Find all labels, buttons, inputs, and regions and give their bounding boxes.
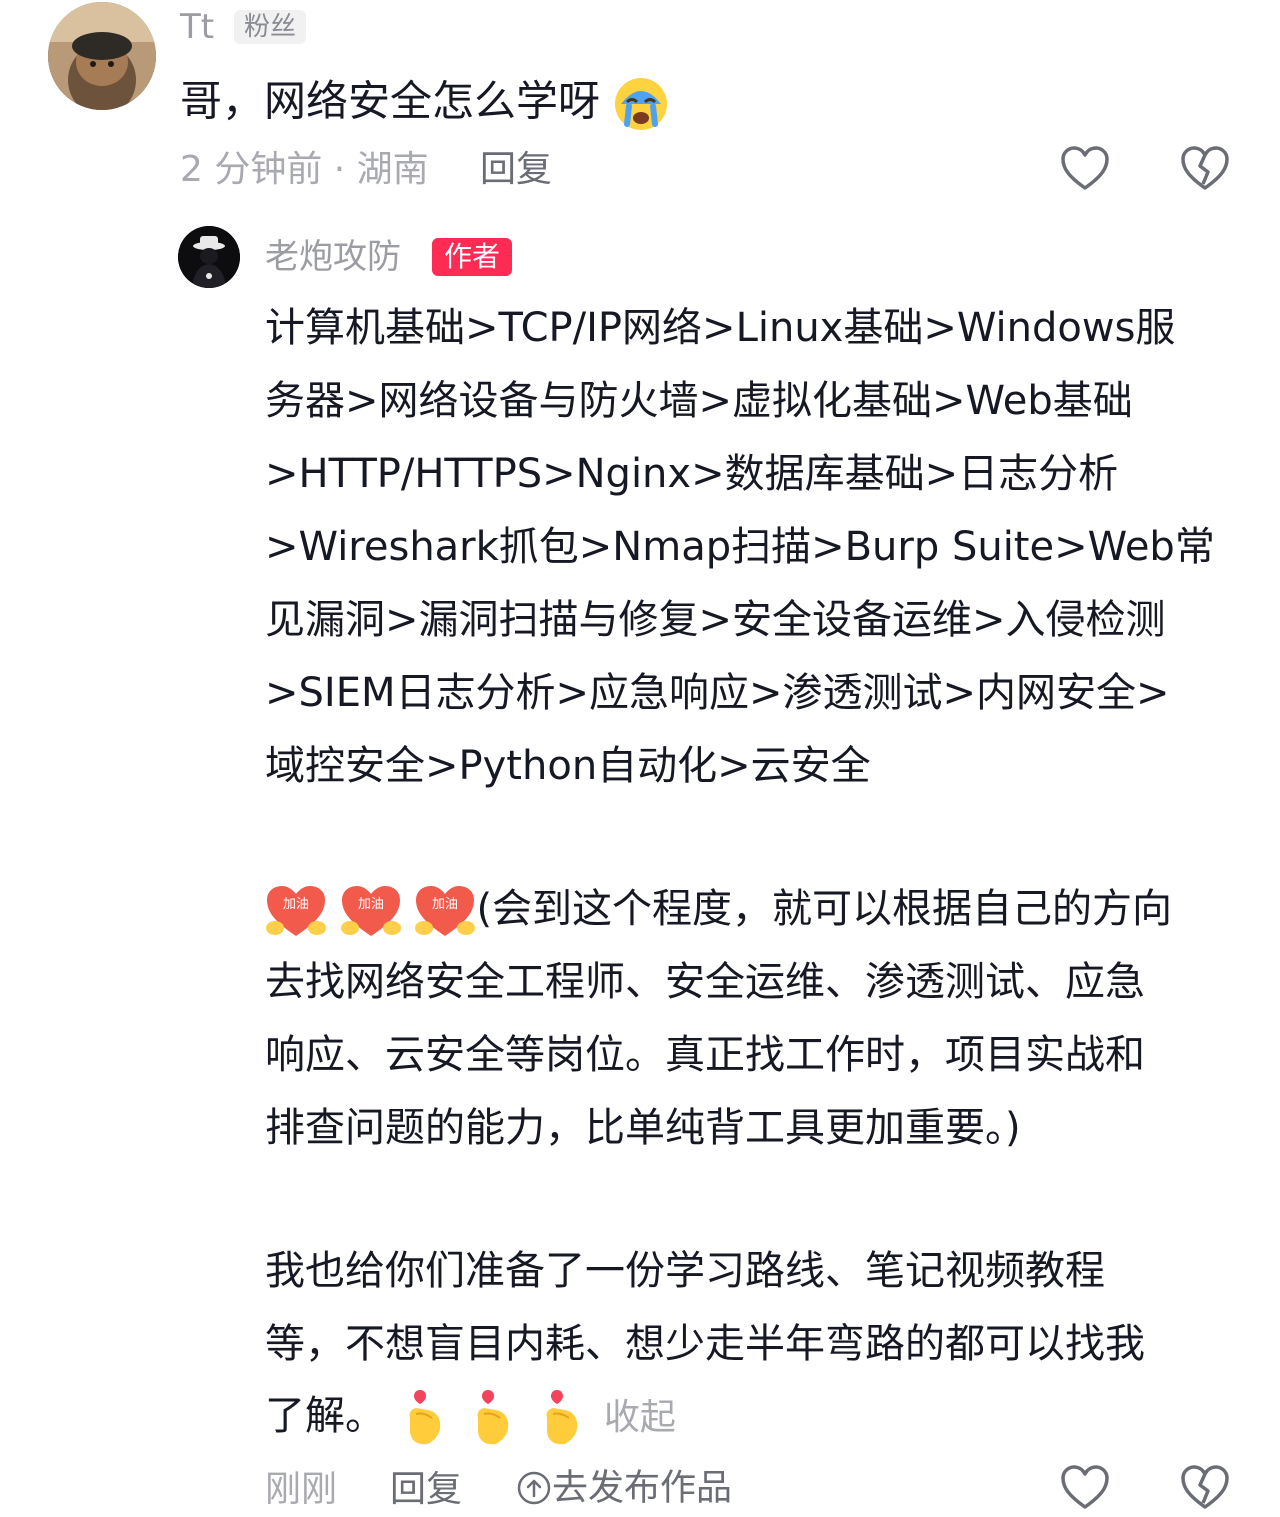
upload-icon <box>516 1470 552 1509</box>
finger-heart-icon <box>535 1388 591 1448</box>
reply-reply-button[interactable]: 回复 <box>390 1472 462 1508</box>
finger-heart-icon <box>398 1388 454 1448</box>
jiayou-label: 加油 <box>358 897 384 912</box>
reply-line: >HTTP/HTTPS>Nginx>数据库基础>日志分析 <box>265 451 1119 497</box>
collapse-button[interactable]: 收起 <box>604 1397 676 1438</box>
crying-face-icon <box>613 76 669 132</box>
reply-line: 加油 加油 加油 (会到这个程度，就可以根据自己的方向 <box>265 884 1172 938</box>
broken-heart-icon[interactable] <box>1180 1463 1230 1513</box>
reply-line: 见漏洞>漏洞扫描与修复>安全设备运维>入侵检测 <box>265 597 1166 643</box>
reply-line: >Wireshark抓包>Nmap扫描>Burp Suite>Web常 <box>265 524 1215 570</box>
reply-line: 计算机基础>TCP/IP网络>Linux基础>Windows服 <box>265 305 1176 351</box>
reply-line: 响应、云安全等岗位。真正找工作时，项目实战和 <box>265 1032 1145 1078</box>
avatar[interactable] <box>48 2 156 110</box>
jiayou-emoji-icon: 加油 <box>340 884 402 938</box>
comment-username[interactable]: Tt <box>180 10 214 44</box>
reply-line: 了解。 收起 <box>265 1388 676 1448</box>
jiayou-emoji-icon: 加油 <box>414 884 476 938</box>
reply-line: >SIEM日志分析>应急响应>渗透测试>内网安全> <box>265 670 1170 716</box>
reply-line: 排查问题的能力，比单纯背工具更加重要。) <box>265 1105 1021 1151</box>
jiayou-emoji-icon: 加油 <box>265 884 327 938</box>
jiayou-label: 加油 <box>283 897 309 912</box>
reply-paragraph3-end: 了解。 <box>265 1393 385 1439</box>
fan-badge: 粉丝 <box>234 10 307 44</box>
reply-username[interactable]: 老炮攻防 <box>265 240 401 274</box>
comment-text: 哥，网络安全怎么学呀 <box>180 76 669 132</box>
reply-line: 去找网络安全工程师、安全运维、渗透测试、应急 <box>265 959 1145 1005</box>
reply-line: 我也给你们准备了一份学习路线、笔记视频教程 <box>265 1248 1105 1294</box>
reply-line: 等，不想盲目内耗、想少走半年弯路的都可以找我 <box>265 1321 1145 1367</box>
heart-icon[interactable] <box>1060 1463 1110 1513</box>
finger-heart-icon <box>466 1388 522 1448</box>
comment-reply-button[interactable]: 回复 <box>480 152 552 188</box>
broken-heart-icon[interactable] <box>1180 144 1230 194</box>
reply-time: 刚刚 <box>265 1469 338 1510</box>
author-avatar[interactable] <box>178 226 240 288</box>
reply-line: 域控安全>Python自动化>云安全 <box>265 743 871 789</box>
publish-work-button[interactable]: 去发布作品 <box>516 1470 732 1509</box>
reply-paragraph2-start: (会到这个程度，就可以根据自己的方向 <box>476 886 1173 932</box>
reply-line: 务器>网络设备与防火墙>虚拟化基础>Web基础 <box>265 378 1133 424</box>
publish-work-label: 去发布作品 <box>552 1467 733 1509</box>
jiayou-label: 加油 <box>432 897 458 912</box>
author-badge: 作者 <box>432 238 513 276</box>
heart-icon[interactable] <box>1060 144 1110 194</box>
comment-body: 哥，网络安全怎么学呀 <box>180 76 601 126</box>
comment-time-location: 2 分钟前 · 湖南 <box>180 149 429 190</box>
